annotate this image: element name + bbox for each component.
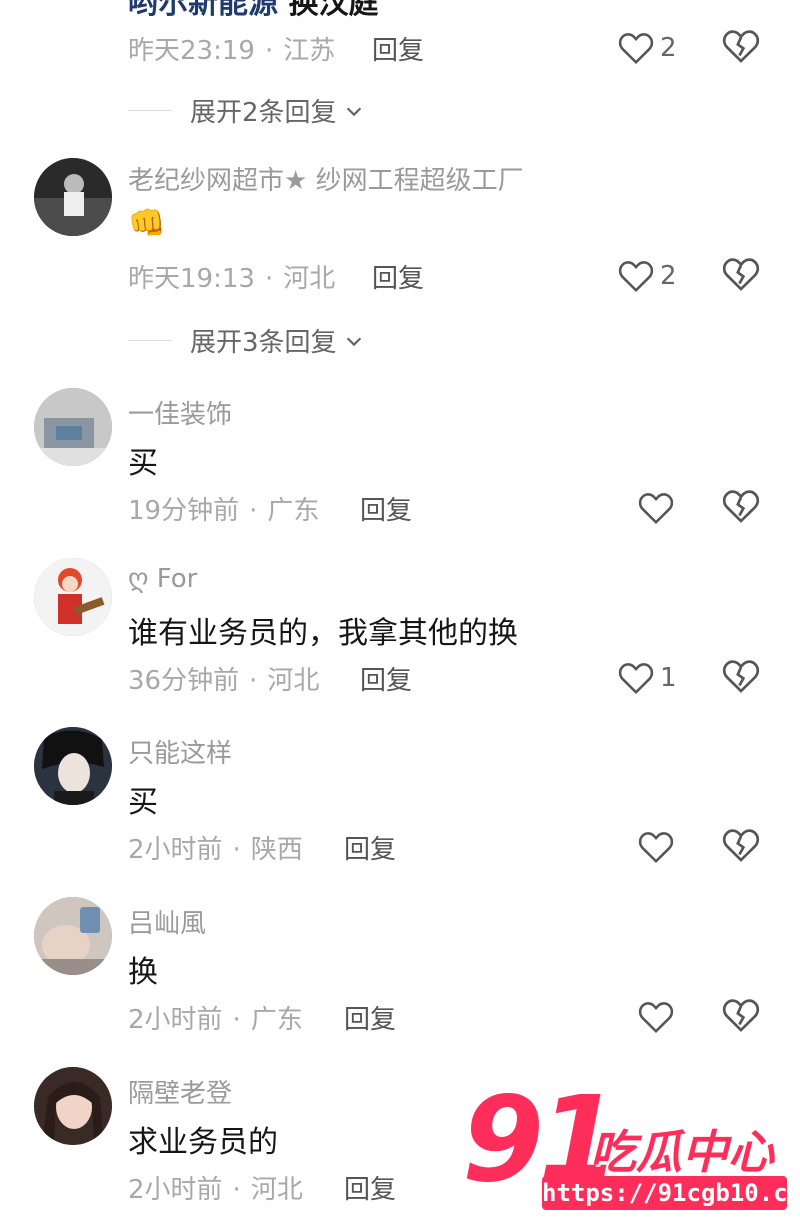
watermark-url: https://91cgb10.com [542,1176,800,1210]
comment-content: 求业务员的 [128,1125,278,1160]
chevron-down-icon [346,106,361,116]
broken-heart-icon[interactable] [722,658,760,694]
avatar[interactable] [34,388,112,466]
expand-replies[interactable]: 展开3条回复 [128,322,365,359]
avatar[interactable] [34,897,112,975]
like-button[interactable]: 2 [618,256,677,296]
comment-content: 换 [128,955,158,990]
like-button[interactable] [638,997,674,1037]
avatar[interactable] [34,158,112,236]
like-count: 2 [660,261,677,291]
expand-replies-label: 展开3条回复 [190,328,337,358]
avatar[interactable] [34,727,112,805]
like-button[interactable] [638,827,674,867]
username[interactable]: ღ For [128,564,197,594]
like-count: 1 [660,663,677,693]
username[interactable]: 一佳装饰 [128,394,232,431]
heart-outline-icon [638,1002,674,1034]
comment-content: 买 [128,785,158,820]
comment-content: 买 [128,446,158,481]
broken-heart-icon[interactable] [722,997,760,1033]
comment-meta: 昨天23:19 · 江苏 [128,36,336,66]
username[interactable]: 只能这样 [128,733,232,770]
comment-meta: 2小时前 · 广东 [128,1005,303,1035]
comment-content: 谁有业务员的，我拿其他的换 [128,616,518,651]
expand-replies-label: 展开2条回复 [190,98,337,128]
like-button[interactable]: 1 [618,658,677,698]
chevron-down-icon [346,336,361,346]
watermark-logo: 91 吃瓜中心 https://91cgb10.com [462,1080,800,1210]
like-count: 2 [660,33,677,63]
divider [128,340,172,341]
comment-meta: 2小时前 · 陕西 [128,835,303,865]
reply-button[interactable]: 回复 [360,660,412,697]
comment-meta: 36分钟前 · 河北 [128,666,320,696]
reply-button[interactable]: 回复 [360,490,412,527]
reply-button[interactable]: 回复 [344,829,396,866]
comment-meta: 2小时前 · 河北 [128,1175,303,1205]
avatar[interactable] [34,1067,112,1145]
heart-outline-icon [638,493,674,525]
divider [128,110,172,111]
reply-button[interactable]: 回复 [372,258,424,295]
broken-heart-icon[interactable] [722,28,760,64]
username[interactable]: 吕屾風 [128,903,206,940]
reply-button[interactable]: 回复 [344,999,396,1036]
watermark-brand: 吃瓜中心 [590,1125,774,1179]
expand-replies[interactable]: 展开2条回复 [128,92,365,129]
broken-heart-icon[interactable] [722,256,760,292]
comment-meta: 19分钟前 · 广东 [128,496,320,526]
like-button[interactable] [638,488,674,528]
broken-heart-icon[interactable] [722,827,760,863]
broken-heart-icon[interactable] [722,488,760,524]
heart-outline-icon [618,33,654,65]
comment-meta: 昨天19:13 · 河北 [128,264,336,294]
avatar[interactable] [34,558,112,636]
username[interactable]: 隔壁老登 [128,1073,232,1110]
heart-outline-icon [638,832,674,864]
heart-outline-icon [618,663,654,695]
reply-button[interactable]: 回复 [372,30,424,67]
reply-button[interactable]: 回复 [344,1169,396,1206]
comment-content-partial: 哟尔新能源 换汉庭 [128,0,379,21]
heart-outline-icon [618,261,654,293]
username[interactable]: 老纪纱网超市★ 纱网工程超级工厂 [128,160,524,197]
comment-content: 👊 [128,206,166,241]
like-button[interactable]: 2 [618,28,677,68]
